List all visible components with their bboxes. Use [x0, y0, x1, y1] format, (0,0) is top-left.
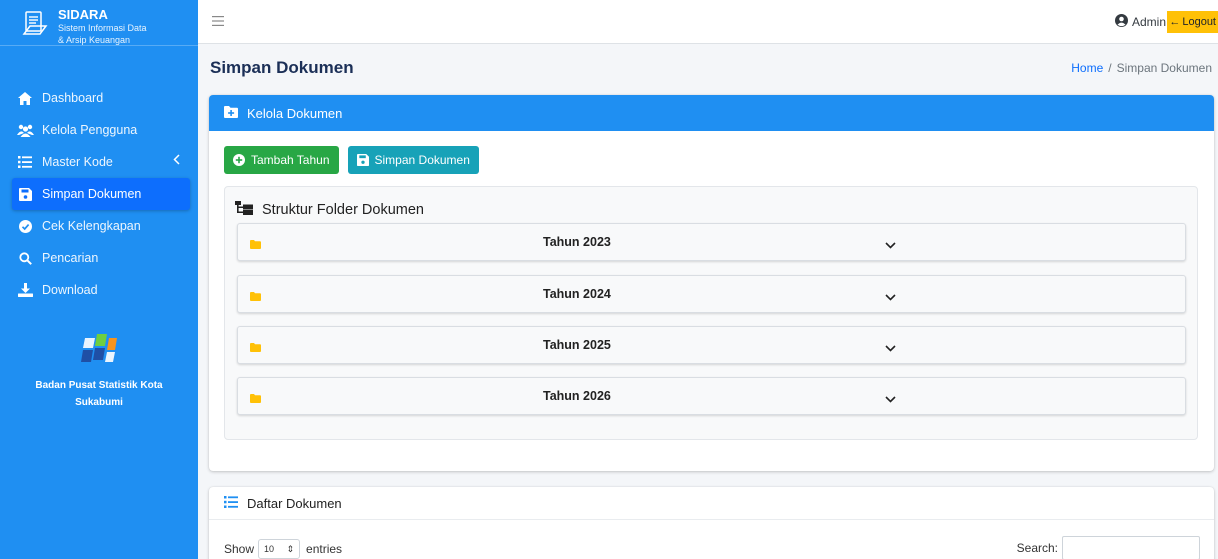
save-document-button[interactable]: Simpan Dokumen	[347, 146, 479, 174]
show-label: Show	[224, 542, 255, 556]
topbar: Admin ← Logout	[198, 0, 1218, 44]
sidebar-item-master-kode[interactable]: Master Kode	[12, 146, 190, 178]
save-icon	[16, 187, 34, 201]
folder-icon	[250, 340, 261, 355]
folder-structure-panel: Struktur Folder Dokumen Tahun 2023 Tahun…	[224, 186, 1198, 440]
search-label: Search:	[1016, 541, 1058, 555]
year-label: Tahun 2025	[543, 338, 611, 352]
sidebar-item-pencarian[interactable]: Pencarian	[12, 242, 190, 274]
list-icon	[224, 495, 238, 511]
user-name: Admin	[1131, 15, 1166, 29]
breadcrumb-home-link[interactable]: Home	[1071, 61, 1103, 75]
folder-icon	[250, 237, 261, 252]
sidebar-item-kelola-pengguna[interactable]: Kelola Pengguna	[12, 114, 190, 146]
bps-logo-icon	[81, 334, 117, 362]
entries-value: 10	[264, 544, 275, 554]
year-label: Tahun 2024	[543, 287, 611, 301]
sidebar-nav: Dashboard Kelola Pengguna Master Kode Si…	[0, 46, 198, 306]
chevron-left-icon	[173, 154, 180, 168]
save-document-label: Simpan Dokumen	[374, 153, 470, 167]
action-buttons: Tambah Tahun Simpan Dokumen	[224, 146, 479, 174]
chevron-down-icon	[885, 340, 896, 355]
app-subtitle-line2: & Arsip Keuangan	[58, 35, 131, 45]
user-menu[interactable]: Admin	[1114, 14, 1166, 30]
add-year-button[interactable]: Tambah Tahun	[224, 146, 339, 174]
search-input[interactable]	[1062, 536, 1200, 559]
year-accordion-2024[interactable]: Tahun 2024	[237, 275, 1186, 313]
folder-plus-icon	[224, 105, 238, 121]
add-year-label: Tambah Tahun	[251, 153, 330, 167]
chevron-down-icon	[885, 289, 896, 304]
arrow-left-icon: ←	[1169, 16, 1181, 28]
year-accordion-2026[interactable]: Tahun 2026	[237, 377, 1186, 415]
year-accordion-2025[interactable]: Tahun 2025	[237, 326, 1186, 364]
folder-structure-label: Struktur Folder Dokumen	[262, 202, 424, 218]
sidebar-item-label: Pencarian	[42, 251, 99, 265]
breadcrumb: Home / Simpan Dokumen	[1071, 61, 1212, 75]
breadcrumb-separator: /	[1108, 61, 1112, 75]
document-logo-icon	[22, 11, 48, 35]
select-arrows-icon: ⇕	[286, 543, 295, 554]
user-circle-icon	[1114, 14, 1128, 30]
app-title: SIDARA	[58, 7, 108, 22]
breadcrumb-current: Simpan Dokumen	[1116, 61, 1212, 75]
sidebar-item-download[interactable]: Download	[12, 274, 190, 306]
app-subtitle-line1: Sistem Informasi Data	[58, 23, 147, 33]
page-title: Simpan Dokumen	[210, 58, 354, 77]
sidebar-item-label: Kelola Pengguna	[42, 123, 138, 137]
document-list-header: Daftar Dokumen	[209, 487, 1214, 520]
save-icon	[356, 154, 369, 166]
plus-circle-icon	[233, 154, 245, 166]
entries-select[interactable]: 10 ⇕	[258, 539, 301, 559]
sidebar-item-label: Dashboard	[42, 91, 104, 105]
sidebar-item-dashboard[interactable]: Dashboard	[12, 82, 190, 114]
list-icon	[16, 156, 34, 168]
manage-documents-card: Kelola Dokumen Tambah Tahun Simpan Dokum…	[209, 95, 1214, 471]
users-icon	[16, 124, 34, 137]
manage-documents-title: Kelola Dokumen	[247, 105, 343, 121]
folder-icon	[250, 289, 261, 304]
year-label: Tahun 2026	[543, 389, 611, 403]
download-icon	[16, 283, 34, 297]
folder-tree-icon	[235, 201, 253, 219]
chevron-down-icon	[885, 237, 896, 252]
search-icon	[16, 251, 34, 265]
manage-documents-header: Kelola Dokumen	[209, 95, 1214, 131]
logout-button[interactable]: ← Logout	[1167, 11, 1218, 33]
folder-icon	[250, 391, 261, 406]
folder-structure-title: Struktur Folder Dokumen	[235, 201, 424, 219]
sidebar-item-simpan-dokumen[interactable]: Simpan Dokumen	[12, 178, 190, 210]
document-list-card: Daftar Dokumen Show 10 ⇕ entries Search:	[209, 487, 1214, 559]
home-icon	[16, 91, 34, 105]
chevron-down-icon	[885, 391, 896, 406]
organization-block: Badan Pusat Statistik Kota Sukabumi	[0, 332, 198, 411]
document-list-title: Daftar Dokumen	[247, 495, 342, 511]
sidebar-item-label: Cek Kelengkapan	[42, 219, 141, 233]
organization-name: Badan Pusat Statistik Kota Sukabumi	[35, 380, 163, 408]
year-accordion-2023[interactable]: Tahun 2023	[237, 223, 1186, 261]
entries-length-control: Show 10 ⇕ entries	[224, 539, 342, 559]
sidebar-item-label: Master Kode	[42, 155, 113, 169]
year-label: Tahun 2023	[543, 235, 611, 249]
check-circle-icon	[16, 219, 34, 233]
sidebar-item-label: Download	[42, 283, 98, 297]
sidebar-item-cek-kelengkapan[interactable]: Cek Kelengkapan	[12, 210, 190, 242]
sidebar-item-label: Simpan Dokumen	[42, 187, 142, 201]
logout-label: Logout	[1182, 16, 1216, 28]
sidebar: SIDARA Sistem Informasi Data & Arsip Keu…	[0, 0, 198, 559]
brand[interactable]: SIDARA Sistem Informasi Data & Arsip Keu…	[0, 0, 198, 46]
menu-toggle-icon[interactable]	[212, 13, 224, 30]
table-search: Search:	[1017, 536, 1200, 559]
entries-label: entries	[306, 542, 343, 556]
